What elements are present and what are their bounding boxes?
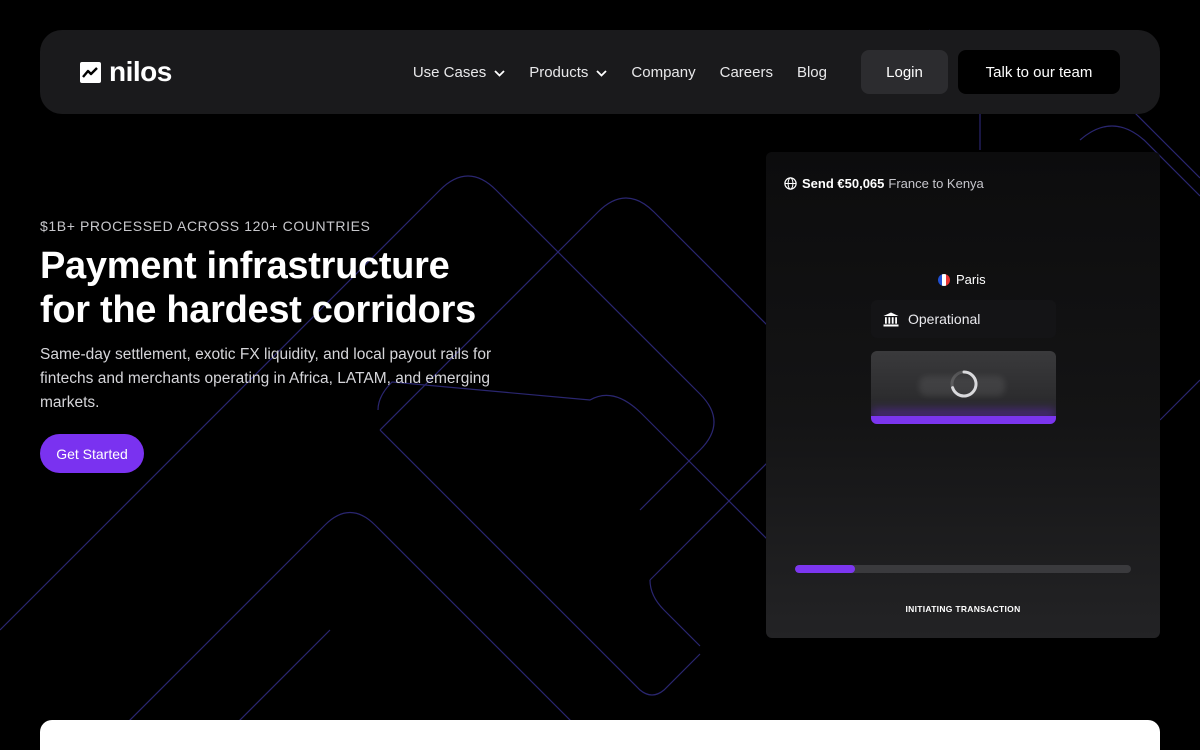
loading-panel (871, 351, 1056, 424)
progress-fill (795, 565, 856, 573)
send-summary: Send €50,065 France to Kenya (784, 176, 984, 191)
top-nav: nilos Use Cases Products Company Careers (40, 30, 1160, 114)
hero-headline-line-1: Payment infrastructure (40, 245, 450, 287)
globe-icon (784, 177, 797, 190)
send-amount: Send €50,065 (802, 176, 885, 191)
origin-city-label: Paris (956, 272, 986, 287)
hero-headline-line-2: for the hardest corridors (40, 289, 476, 331)
nav-links: Use Cases Products Company Careers Blog (401, 64, 839, 81)
bank-icon (883, 312, 899, 327)
hero-subtext: Same-day settlement, exotic FX liquidity… (40, 346, 492, 411)
nav-item-label: Use Cases (412, 63, 487, 81)
chevron-down-icon (494, 64, 505, 81)
chart-trend-icon (80, 61, 101, 83)
bottom-panel (40, 720, 1160, 750)
nav-item-company[interactable]: Company (619, 64, 707, 81)
nav-item-careers[interactable]: Careers (708, 64, 785, 81)
nav-item-blog[interactable]: Blog (785, 64, 839, 81)
logo[interactable]: nilos (80, 56, 172, 88)
nav-item-products[interactable]: Products (517, 64, 619, 81)
nav-item-label: Company (631, 63, 696, 81)
talk-to-team-button[interactable]: Talk to our team (958, 50, 1120, 94)
progress-label: INITIATING TRANSACTION (905, 604, 1021, 614)
transaction-card: Send €50,065 France to Kenya Paris Opera… (766, 152, 1160, 638)
nav-buttons: Login Talk to our team (861, 50, 1120, 94)
brand-name: nilos (109, 56, 172, 87)
nav-item-label: Products (529, 63, 589, 81)
chevron-down-icon (596, 64, 608, 81)
spinner-icon (950, 370, 977, 397)
hero-headline: Payment infrastructure for the hardest c… (40, 244, 476, 332)
page: nilos Use Cases Products Company Careers (0, 0, 1200, 750)
nav-item-label: Blog (796, 63, 827, 81)
france-flag-icon (938, 273, 950, 286)
login-button[interactable]: Login (861, 50, 948, 94)
origin-city: Paris (938, 272, 986, 287)
loading-accent-bar (871, 416, 1056, 424)
send-route: France to Kenya (888, 176, 984, 191)
hero-eyebrow: $1B+ PROCESSED ACROSS 120+ COUNTRIES (40, 218, 371, 234)
get-started-button[interactable]: Get Started (40, 434, 144, 473)
progress-bar (795, 565, 1131, 573)
nav-item-use-cases[interactable]: Use Cases (401, 64, 517, 81)
status-box: Operational (871, 300, 1056, 338)
nav-item-label: Careers (719, 63, 773, 81)
status-label: Operational (908, 311, 981, 327)
